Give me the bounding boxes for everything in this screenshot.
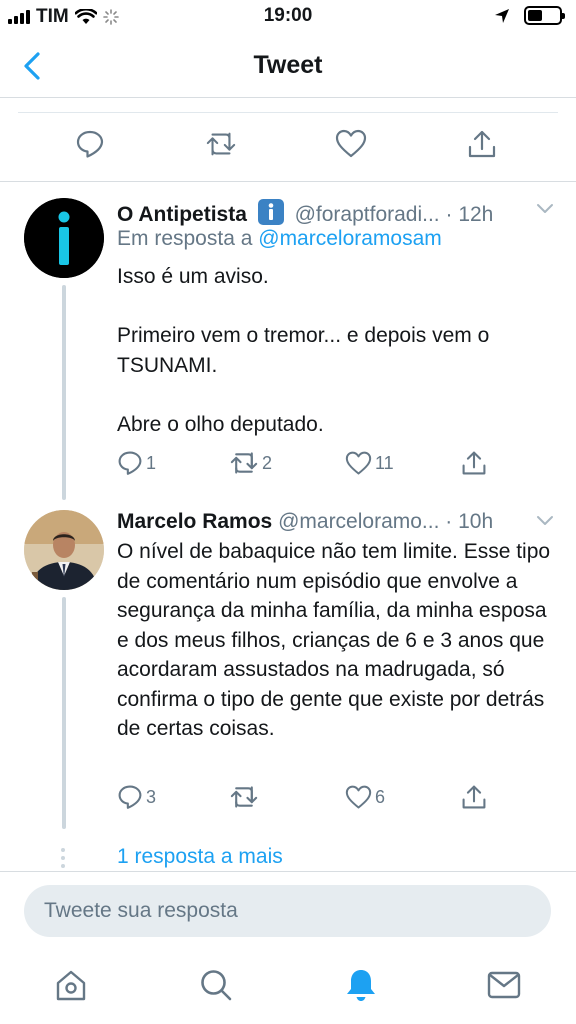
tweet-time: · 12h <box>445 203 494 226</box>
tab-notifications[interactable] <box>341 965 381 1005</box>
reply-context: Em resposta a @marceloramosam <box>117 227 442 251</box>
search-icon <box>201 970 232 1001</box>
share-icon <box>468 130 496 158</box>
tweet-text: Isso é um aviso. Primeiro vem o tremor..… <box>117 265 490 436</box>
chevron-down-icon <box>537 204 553 213</box>
info-emoji-icon <box>257 199 284 225</box>
like-count: 11 <box>375 452 394 473</box>
retweet-icon <box>206 132 236 156</box>
heart-icon <box>345 451 372 474</box>
reply-count: 1 <box>146 452 157 473</box>
share-button[interactable] <box>461 448 487 478</box>
tab-home[interactable] <box>51 965 91 1005</box>
main-reply-button[interactable] <box>74 128 106 160</box>
main-like-button[interactable] <box>335 128 367 160</box>
info-logo-icon <box>24 198 104 278</box>
tweet-menu-button[interactable] <box>536 514 554 532</box>
messages-icon <box>487 971 521 999</box>
page-title: Tweet <box>253 51 323 79</box>
thread-line <box>62 597 66 829</box>
divider <box>18 112 558 113</box>
avatar[interactable] <box>24 510 104 590</box>
tweet-header: Marcelo Ramos @marceloramo... · 10h <box>117 510 493 534</box>
tweet-header: O Antipetista @foraptforadi... · 12h <box>117 198 493 227</box>
reply-composer <box>0 871 576 951</box>
like-button[interactable]: 6 <box>345 782 385 812</box>
tweet-text: O nível de babaquice não tem limite. Ess… <box>117 540 556 740</box>
heart-icon <box>345 785 372 808</box>
tweet-time: · 10h <box>445 510 494 533</box>
reply-icon <box>118 451 142 475</box>
reply-to-prefix: Em resposta a <box>117 227 253 250</box>
like-button[interactable]: 11 <box>345 448 394 478</box>
share-button[interactable] <box>461 782 487 812</box>
heart-icon <box>335 129 367 158</box>
home-icon <box>56 970 86 1001</box>
main-retweet-button[interactable] <box>205 128 237 160</box>
tab-bar <box>0 951 576 1024</box>
author-name[interactable]: Marcelo Ramos <box>117 510 272 533</box>
status-time: 19:00 <box>263 5 313 26</box>
author-handle: @foraptforadi... <box>294 203 440 226</box>
location-arrow-icon <box>495 8 509 23</box>
thread-line <box>62 285 66 500</box>
avatar[interactable] <box>24 198 104 278</box>
battery-icon <box>524 6 565 25</box>
reply-icon <box>118 785 142 809</box>
tab-messages[interactable] <box>484 965 524 1005</box>
tweet-actions: 1 2 11 <box>117 448 557 478</box>
share-icon <box>462 451 486 475</box>
retweet-count: 2 <box>262 452 273 473</box>
more-replies-link[interactable]: 1 resposta a mais <box>117 845 283 869</box>
notifications-icon <box>347 970 375 1001</box>
status-bar: TIM 19:00 <box>0 0 576 34</box>
reply-input[interactable] <box>24 885 551 937</box>
nav-header: Tweet <box>0 34 576 98</box>
tab-search[interactable] <box>196 965 236 1005</box>
main-tweet-actions <box>0 98 576 182</box>
reply-icon <box>76 130 104 158</box>
author-name[interactable]: O Antipetista <box>117 203 247 226</box>
like-count: 6 <box>375 786 386 807</box>
reply-count: 3 <box>146 786 157 807</box>
main-share-button[interactable] <box>466 128 498 160</box>
chevron-down-icon <box>537 516 553 525</box>
reply-button[interactable]: 3 <box>117 782 156 812</box>
profile-photo-icon <box>24 510 104 590</box>
share-icon <box>462 785 486 809</box>
reply-button[interactable]: 1 <box>117 448 156 478</box>
author-handle: @marceloramo... <box>278 510 440 533</box>
thread-dots <box>61 848 65 868</box>
retweet-button[interactable]: 2 <box>229 448 272 478</box>
reply-to-mention[interactable]: @marceloramosam <box>258 227 442 250</box>
status-right <box>494 6 565 25</box>
retweet-icon <box>230 786 258 808</box>
tweet-menu-button[interactable] <box>536 202 554 220</box>
retweet-icon <box>230 452 258 474</box>
tweet-actions: 3 6 <box>117 782 557 812</box>
retweet-button[interactable] <box>229 782 262 812</box>
